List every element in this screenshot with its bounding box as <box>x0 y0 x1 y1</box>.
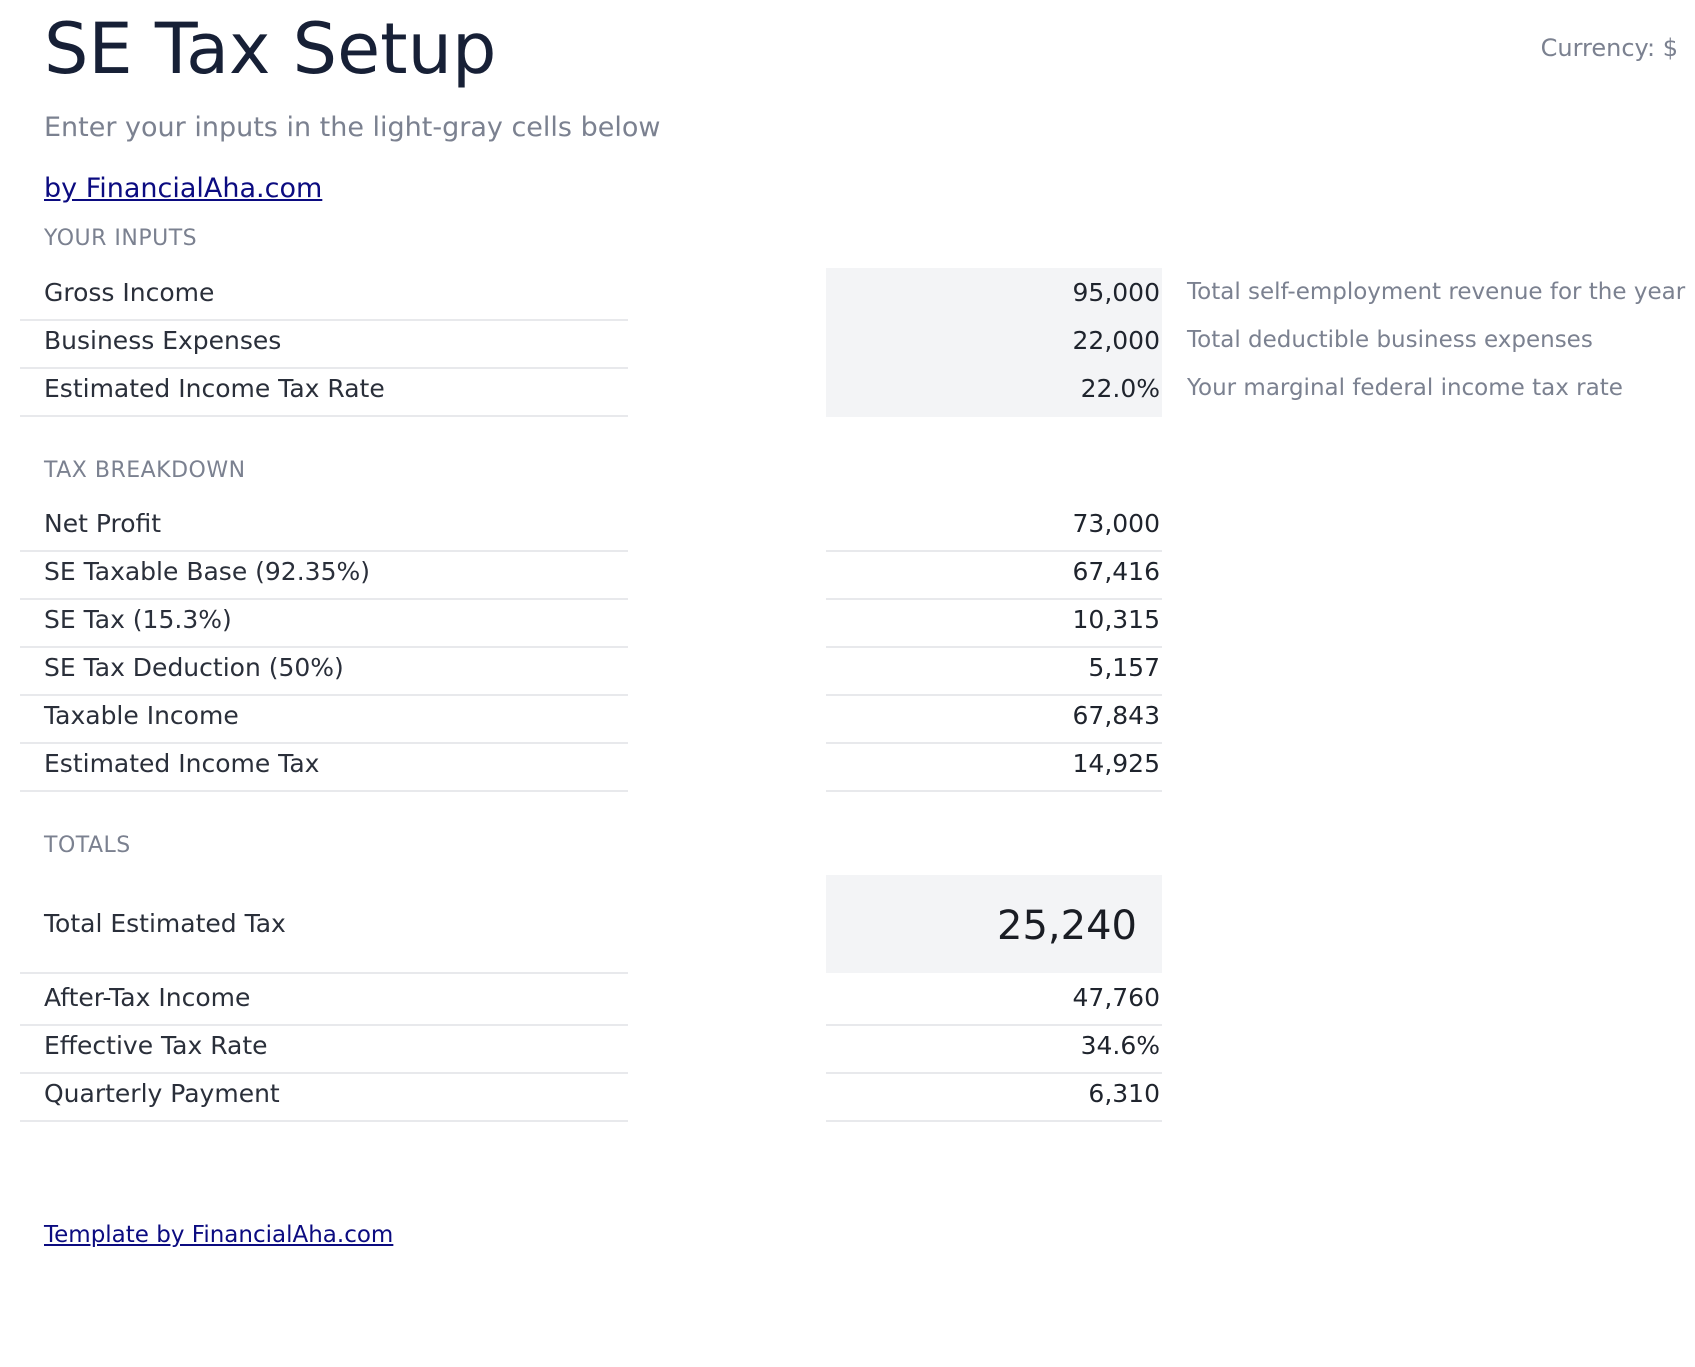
row-label-cell: Effective Tax Rate <box>20 1021 628 1074</box>
row-value-cell[interactable]: 5,157 <box>826 643 1162 696</box>
row-label: SE Tax Deduction (50%) <box>44 653 344 682</box>
row-label-cell: Estimated Income Tax <box>20 739 628 792</box>
input-row-gross-income: Gross Income 95,000 Total self-employmen… <box>20 268 1695 321</box>
row-label: Gross Income <box>44 278 215 307</box>
breakdown-row-se-tax-deduction: SE Tax Deduction (50%) 5,157 <box>20 643 1695 696</box>
currency-label: Currency: $ <box>1540 34 1678 62</box>
input-row-business-expenses: Business Expenses 22,000 Total deductibl… <box>20 316 1695 369</box>
row-label: Quarterly Payment <box>44 1079 280 1108</box>
row-label: After-Tax Income <box>44 983 251 1012</box>
row-label: Business Expenses <box>44 326 282 355</box>
breakdown-row-se-taxable-base: SE Taxable Base (92.35%) 67,416 <box>20 547 1695 600</box>
income-tax-rate-input[interactable]: 22.0% <box>826 364 1162 417</box>
row-value: 73,000 <box>1072 509 1160 538</box>
row-label: Effective Tax Rate <box>44 1031 268 1060</box>
totals-row-effective-tax-rate: Effective Tax Rate 34.6% <box>20 1021 1695 1074</box>
row-label-cell: Gross Income <box>20 268 628 321</box>
row-value-cell[interactable]: 10,315 <box>826 595 1162 648</box>
totals-row-quarterly-payment: Quarterly Payment 6,310 <box>20 1069 1695 1122</box>
row-value-cell[interactable]: 67,843 <box>826 691 1162 744</box>
row-label: Estimated Income Tax Rate <box>44 374 385 403</box>
row-label: Taxable Income <box>44 701 239 730</box>
breakdown-row-estimated-income-tax: Estimated Income Tax 14,925 <box>20 739 1695 792</box>
row-value: 10,315 <box>1072 605 1160 634</box>
row-label-cell: Quarterly Payment <box>20 1069 628 1122</box>
section-label-totals: TOTALS <box>44 833 131 858</box>
row-label: Estimated Income Tax <box>44 749 320 778</box>
gross-income-input[interactable]: 95,000 <box>826 268 1162 321</box>
row-value: 14,925 <box>1072 749 1160 778</box>
row-note: Your marginal federal income tax rate <box>1187 375 1623 401</box>
page-subtitle: Enter your inputs in the light-gray cell… <box>44 112 661 143</box>
row-value-cell[interactable]: 14,925 <box>826 739 1162 792</box>
totals-row-after-tax-income: After-Tax Income 47,760 <box>20 973 1695 1026</box>
input-row-income-tax-rate: Estimated Income Tax Rate 22.0% Your mar… <box>20 364 1695 417</box>
row-note: Total self-employment revenue for the ye… <box>1187 279 1686 305</box>
brand-link[interactable]: by FinancialAha.com <box>44 173 322 204</box>
section-label-breakdown: TAX BREAKDOWN <box>44 458 246 483</box>
page-title: SE Tax Setup <box>44 8 497 90</box>
row-label-cell: After-Tax Income <box>20 973 628 1026</box>
row-label-cell: Business Expenses <box>20 316 628 369</box>
spreadsheet-page: SE Tax Setup Currency: $ Enter your inpu… <box>0 0 1695 1367</box>
section-label-inputs: YOUR INPUTS <box>44 226 198 251</box>
row-label-cell: Total Estimated Tax <box>20 875 628 974</box>
input-value[interactable]: 22.0% <box>1081 374 1160 403</box>
row-value: 34.6% <box>1080 1031 1160 1060</box>
row-value: 6,310 <box>1088 1079 1160 1108</box>
breakdown-row-se-tax: SE Tax (15.3%) 10,315 <box>20 595 1695 648</box>
total-estimated-tax-cell[interactable]: 25,240 <box>826 875 1162 973</box>
row-label-cell: SE Tax (15.3%) <box>20 595 628 648</box>
row-label: SE Tax (15.3%) <box>44 605 232 634</box>
row-value-cell[interactable]: 67,416 <box>826 547 1162 600</box>
breakdown-row-net-profit: Net Profit 73,000 <box>20 499 1695 552</box>
row-value: 5,157 <box>1088 653 1160 682</box>
row-value: 67,843 <box>1072 701 1160 730</box>
footer-template-link[interactable]: Template by FinancialAha.com <box>44 1222 393 1248</box>
row-label-cell: Taxable Income <box>20 691 628 744</box>
row-label: SE Taxable Base (92.35%) <box>44 557 370 586</box>
row-value-cell[interactable]: 34.6% <box>826 1021 1162 1074</box>
row-label-cell: SE Taxable Base (92.35%) <box>20 547 628 600</box>
row-value-cell[interactable]: 73,000 <box>826 499 1162 552</box>
row-note: Total deductible business expenses <box>1187 327 1593 353</box>
input-value[interactable]: 95,000 <box>1073 278 1160 307</box>
total-row-estimated-tax: Total Estimated Tax 25,240 <box>20 875 1695 974</box>
breakdown-row-taxable-income: Taxable Income 67,843 <box>20 691 1695 744</box>
row-value-cell[interactable]: 6,310 <box>826 1069 1162 1122</box>
total-estimated-tax-value: 25,240 <box>997 903 1137 949</box>
row-value: 67,416 <box>1072 557 1160 586</box>
row-label: Net Profit <box>44 509 162 538</box>
row-label-cell: Estimated Income Tax Rate <box>20 364 628 417</box>
row-value: 47,760 <box>1072 983 1160 1012</box>
row-label-cell: Net Profit <box>20 499 628 552</box>
row-label: Total Estimated Tax <box>44 909 286 938</box>
row-label-cell: SE Tax Deduction (50%) <box>20 643 628 696</box>
business-expenses-input[interactable]: 22,000 <box>826 316 1162 369</box>
input-value[interactable]: 22,000 <box>1073 326 1160 355</box>
row-value-cell[interactable]: 47,760 <box>826 973 1162 1026</box>
